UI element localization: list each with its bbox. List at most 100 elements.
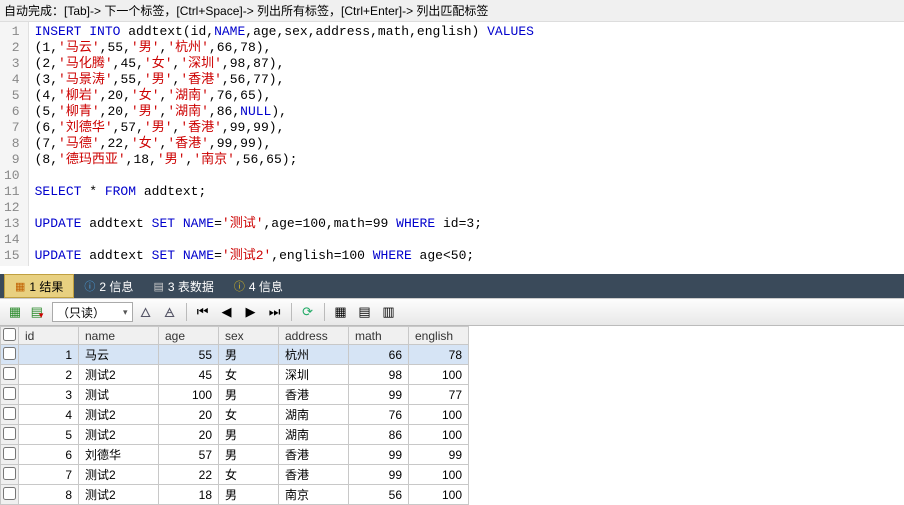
cell-english[interactable]: 99 — [409, 445, 469, 465]
refresh-icon[interactable]: ⟳ — [297, 301, 319, 323]
row-checkbox[interactable] — [3, 427, 16, 440]
cell-name[interactable]: 测试2 — [79, 425, 159, 445]
next-page-icon[interactable]: ▶ — [240, 301, 262, 323]
cell-id[interactable]: 5 — [19, 425, 79, 445]
column-name[interactable]: name — [79, 327, 159, 345]
cell-id[interactable]: 8 — [19, 485, 79, 505]
cell-english[interactable]: 100 — [409, 465, 469, 485]
filter-icon[interactable]: 🜂 — [135, 301, 157, 323]
last-page-icon[interactable]: ⏭ — [264, 301, 286, 323]
cell-age[interactable]: 20 — [159, 425, 219, 445]
cell-address[interactable]: 香港 — [279, 465, 349, 485]
export-icon[interactable]: ▤▾ — [28, 301, 50, 323]
cell-english[interactable]: 78 — [409, 345, 469, 365]
result-grid[interactable]: idnameagesexaddressmathenglish 1马云55男杭州6… — [0, 326, 469, 505]
cell-sex[interactable]: 女 — [219, 465, 279, 485]
column-id[interactable]: id — [19, 327, 79, 345]
cell-english[interactable]: 100 — [409, 405, 469, 425]
sql-editor[interactable]: 123456789101112131415 INSERT INTO addtex… — [0, 22, 904, 266]
cell-name[interactable]: 测试 — [79, 385, 159, 405]
cell-address[interactable]: 湖南 — [279, 425, 349, 445]
cell-address[interactable]: 香港 — [279, 445, 349, 465]
cell-name[interactable]: 测试2 — [79, 365, 159, 385]
cell-sex[interactable]: 女 — [219, 365, 279, 385]
cell-address[interactable]: 深圳 — [279, 365, 349, 385]
cell-age[interactable]: 18 — [159, 485, 219, 505]
table-row[interactable]: 8测试218男南京56100 — [1, 485, 469, 505]
cell-english[interactable]: 100 — [409, 425, 469, 445]
cell-address[interactable]: 香港 — [279, 385, 349, 405]
cell-id[interactable]: 2 — [19, 365, 79, 385]
select-all-checkbox[interactable] — [3, 328, 16, 341]
form-view-icon[interactable]: ▤ — [354, 301, 376, 323]
cell-math[interactable]: 86 — [349, 425, 409, 445]
cell-name[interactable]: 测试2 — [79, 465, 159, 485]
prev-page-icon[interactable]: ◀ — [216, 301, 238, 323]
cell-sex[interactable]: 女 — [219, 405, 279, 425]
first-page-icon[interactable]: ⏮ — [192, 301, 214, 323]
tab-0[interactable]: ▦1 结果 — [4, 274, 74, 298]
cell-name[interactable]: 测试2 — [79, 405, 159, 425]
cell-name[interactable]: 测试2 — [79, 485, 159, 505]
cell-sex[interactable]: 男 — [219, 425, 279, 445]
cell-address[interactable]: 杭州 — [279, 345, 349, 365]
cell-id[interactable]: 7 — [19, 465, 79, 485]
table-row[interactable]: 4测试220女湖南76100 — [1, 405, 469, 425]
row-checkbox[interactable] — [3, 487, 16, 500]
column-math[interactable]: math — [349, 327, 409, 345]
add-row-icon[interactable]: ▦ — [4, 301, 26, 323]
cell-math[interactable]: 76 — [349, 405, 409, 425]
cell-english[interactable]: 100 — [409, 485, 469, 505]
tab-2[interactable]: ▤3 表数据 — [143, 274, 223, 298]
cell-id[interactable]: 6 — [19, 445, 79, 465]
cell-sex[interactable]: 男 — [219, 385, 279, 405]
row-checkbox[interactable] — [3, 407, 16, 420]
cell-math[interactable]: 99 — [349, 445, 409, 465]
cell-id[interactable]: 1 — [19, 345, 79, 365]
cell-sex[interactable]: 男 — [219, 345, 279, 365]
cell-english[interactable]: 100 — [409, 365, 469, 385]
table-row[interactable]: 3测试100男香港9977 — [1, 385, 469, 405]
cell-age[interactable]: 20 — [159, 405, 219, 425]
cell-age[interactable]: 45 — [159, 365, 219, 385]
column-age[interactable]: age — [159, 327, 219, 345]
cell-sex[interactable]: 男 — [219, 445, 279, 465]
readonly-mode-combo[interactable]: （只读） ▾ — [52, 302, 133, 322]
cell-address[interactable]: 湖南 — [279, 405, 349, 425]
cell-address[interactable]: 南京 — [279, 485, 349, 505]
cell-age[interactable]: 55 — [159, 345, 219, 365]
cell-age[interactable]: 57 — [159, 445, 219, 465]
table-row[interactable]: 1马云55男杭州6678 — [1, 345, 469, 365]
code-area[interactable]: INSERT INTO addtext(id,NAME,age,sex,addr… — [29, 22, 904, 266]
row-checkbox[interactable] — [3, 387, 16, 400]
cell-english[interactable]: 77 — [409, 385, 469, 405]
cell-name[interactable]: 刘德华 — [79, 445, 159, 465]
cell-math[interactable]: 66 — [349, 345, 409, 365]
cell-math[interactable]: 99 — [349, 385, 409, 405]
tab-1[interactable]: ⓘ2 信息 — [74, 274, 143, 298]
table-row[interactable]: 7测试222女香港99100 — [1, 465, 469, 485]
grid-view-icon[interactable]: ▦ — [330, 301, 352, 323]
table-row[interactable]: 5测试220男湖南86100 — [1, 425, 469, 445]
row-checkbox[interactable] — [3, 347, 16, 360]
column-english[interactable]: english — [409, 327, 469, 345]
text-view-icon[interactable]: ▥ — [378, 301, 400, 323]
cell-age[interactable]: 22 — [159, 465, 219, 485]
cell-math[interactable]: 98 — [349, 365, 409, 385]
row-checkbox[interactable] — [3, 447, 16, 460]
cell-sex[interactable]: 男 — [219, 485, 279, 505]
cell-math[interactable]: 99 — [349, 465, 409, 485]
column-address[interactable]: address — [279, 327, 349, 345]
cell-id[interactable]: 3 — [19, 385, 79, 405]
row-checkbox[interactable] — [3, 467, 16, 480]
column-sex[interactable]: sex — [219, 327, 279, 345]
cell-id[interactable]: 4 — [19, 405, 79, 425]
sort-icon[interactable]: 🜁 — [159, 301, 181, 323]
cell-math[interactable]: 56 — [349, 485, 409, 505]
cell-name[interactable]: 马云 — [79, 345, 159, 365]
row-checkbox[interactable] — [3, 367, 16, 380]
table-row[interactable]: 2测试245女深圳98100 — [1, 365, 469, 385]
table-row[interactable]: 6刘德华57男香港9999 — [1, 445, 469, 465]
tab-3[interactable]: ⓘ4 信息 — [224, 274, 293, 298]
cell-age[interactable]: 100 — [159, 385, 219, 405]
